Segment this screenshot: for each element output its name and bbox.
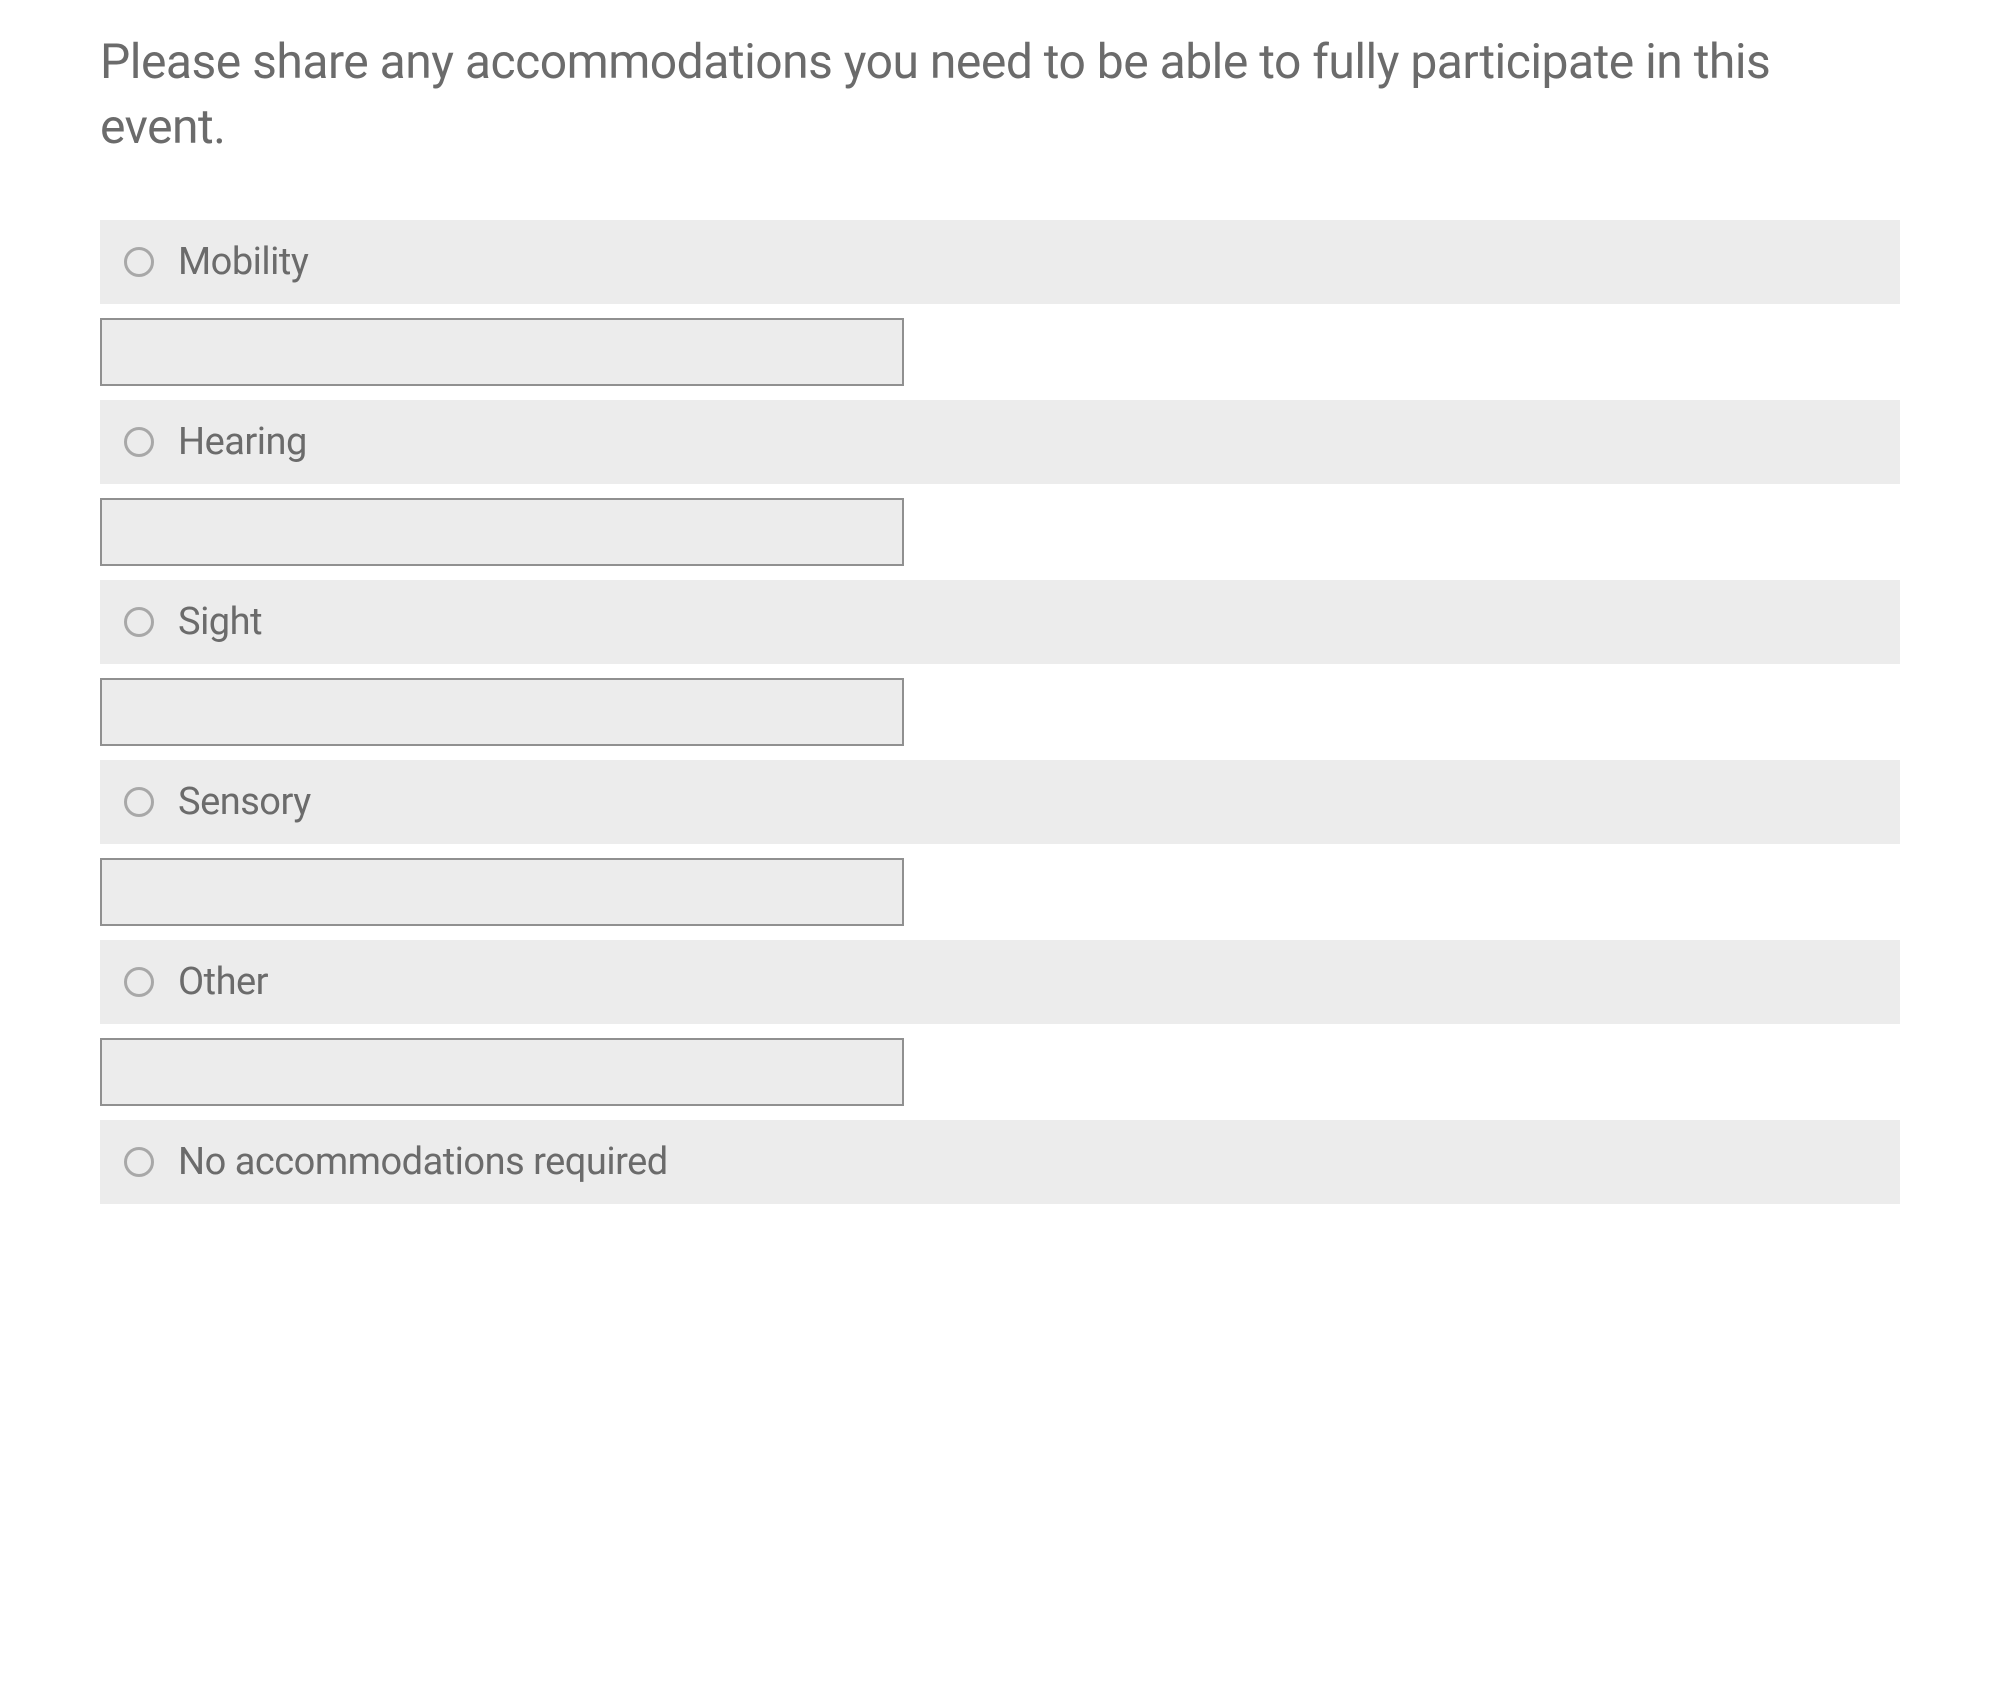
sight-input[interactable]: [100, 678, 904, 746]
radio-icon[interactable]: [124, 607, 154, 637]
question-text: Please share any accommodations you need…: [100, 30, 1900, 160]
input-wrapper-hearing: [100, 498, 1900, 566]
radio-icon[interactable]: [124, 967, 154, 997]
option-no-accommodations[interactable]: No accommodations required: [100, 1120, 1900, 1204]
option-label: Sight: [178, 600, 262, 644]
option-label: No accommodations required: [178, 1140, 668, 1184]
input-wrapper-other: [100, 1038, 1900, 1106]
mobility-input[interactable]: [100, 318, 904, 386]
hearing-input[interactable]: [100, 498, 904, 566]
input-wrapper-sensory: [100, 858, 1900, 926]
radio-icon[interactable]: [124, 247, 154, 277]
option-label: Hearing: [178, 420, 307, 464]
radio-icon[interactable]: [124, 1147, 154, 1177]
radio-icon[interactable]: [124, 787, 154, 817]
option-label: Other: [178, 960, 268, 1004]
options-container: Mobility Hearing Sight Sensory Other No …: [100, 220, 1900, 1204]
input-wrapper-sight: [100, 678, 1900, 746]
radio-icon[interactable]: [124, 427, 154, 457]
option-hearing[interactable]: Hearing: [100, 400, 1900, 484]
option-label: Mobility: [178, 240, 308, 284]
input-wrapper-mobility: [100, 318, 1900, 386]
option-mobility[interactable]: Mobility: [100, 220, 1900, 304]
sensory-input[interactable]: [100, 858, 904, 926]
option-sensory[interactable]: Sensory: [100, 760, 1900, 844]
option-label: Sensory: [178, 780, 311, 824]
option-sight[interactable]: Sight: [100, 580, 1900, 664]
option-other[interactable]: Other: [100, 940, 1900, 1024]
other-input[interactable]: [100, 1038, 904, 1106]
